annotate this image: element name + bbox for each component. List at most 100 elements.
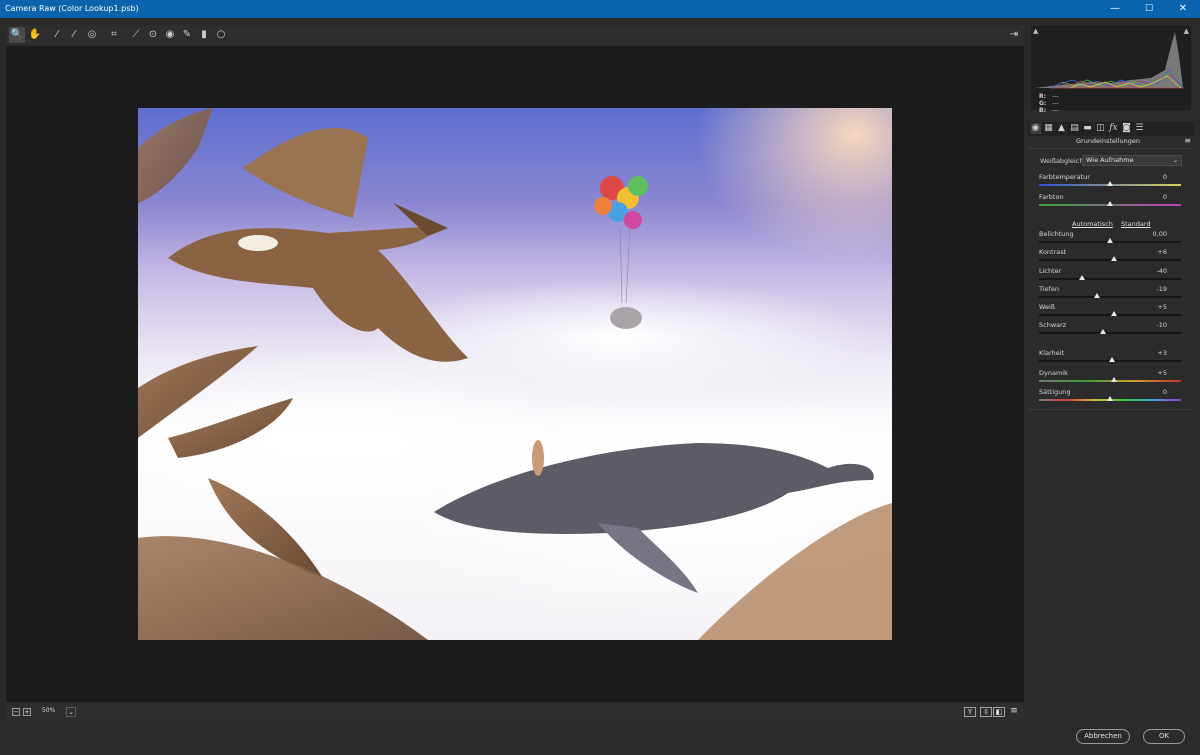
slider-thumb[interactable] <box>1109 357 1116 362</box>
g-value: --- <box>1052 100 1059 107</box>
open-preferences-icon[interactable]: ⇥ <box>1006 27 1022 43</box>
slider-thumb[interactable] <box>1078 275 1085 280</box>
radial-filter-icon[interactable]: ○ <box>213 27 229 43</box>
slider-value[interactable]: +3 <box>1149 349 1167 357</box>
preview-canvas[interactable] <box>6 46 1024 702</box>
targeted-adjustment-tool-icon[interactable]: ◎ <box>84 27 100 43</box>
divider <box>1028 409 1194 410</box>
zoom-tool-icon[interactable]: 🔍 <box>9 27 25 43</box>
slider-thumb[interactable] <box>1107 201 1113 206</box>
slider-thumb[interactable] <box>1110 377 1117 382</box>
auto-link[interactable]: Automatisch <box>1072 220 1113 228</box>
slider-thumb[interactable] <box>1111 256 1118 261</box>
slider-label: Dynamik <box>1039 369 1068 377</box>
slider-value[interactable]: -10 <box>1149 321 1167 329</box>
slider-label: Klarheit <box>1039 349 1065 357</box>
zoom-in-button[interactable]: + <box>23 708 31 716</box>
slider-thumb[interactable] <box>1093 293 1100 298</box>
slider-thumb[interactable] <box>1107 181 1113 186</box>
white-balance-value: Wie Aufnahme <box>1086 156 1134 164</box>
slider-label: Farbton <box>1039 193 1064 201</box>
eagle-illustration <box>168 128 468 362</box>
panel-menu-icon[interactable]: ≡ <box>1184 136 1191 145</box>
before-after-view-button[interactable]: Y <box>964 707 976 717</box>
cancel-button[interactable]: Abbrechen <box>1076 729 1130 744</box>
red-eye-tool-icon[interactable]: ◉ <box>162 27 178 43</box>
default-link[interactable]: Standard <box>1121 220 1151 228</box>
slider-kontrast[interactable]: Kontrast +6 <box>1028 248 1194 266</box>
maximize-button[interactable]: ☐ <box>1132 0 1166 18</box>
slider-value[interactable]: +5 <box>1149 369 1167 377</box>
graduated-filter-icon[interactable]: ▮ <box>196 27 212 43</box>
r-readout: R: --- <box>1039 93 1059 100</box>
slider-dynamik[interactable]: Dynamik +5 <box>1028 369 1194 387</box>
slider-farbton[interactable]: Farbton 0 <box>1028 193 1194 211</box>
white-balance-label: Weißabgleich: <box>1040 157 1086 165</box>
basic-tab-icon[interactable]: ◉ <box>1030 123 1041 134</box>
slider-label: Lichter <box>1039 267 1062 275</box>
slider-track[interactable] <box>1039 259 1181 261</box>
slider-tiefen[interactable]: Tiefen -19 <box>1028 285 1194 303</box>
divider <box>1028 148 1194 149</box>
slider-value[interactable]: +5 <box>1149 303 1167 311</box>
slider-saettigung[interactable]: Sättigung 0 <box>1028 388 1194 406</box>
slider-thumb[interactable] <box>1107 238 1113 243</box>
slider-thumb[interactable] <box>1107 396 1113 401</box>
slider-track[interactable] <box>1039 296 1181 298</box>
crop-tool-icon[interactable]: ⌗ <box>106 27 122 43</box>
slider-label: Sättigung <box>1039 388 1071 396</box>
presets-tab-icon[interactable]: ☰ <box>1134 123 1145 134</box>
detail-tab-icon[interactable]: ▲ <box>1056 123 1067 134</box>
hand-tool-icon[interactable]: ✋ <box>27 27 43 43</box>
camera-calibration-tab-icon[interactable]: ◙ <box>1121 123 1132 134</box>
panel-title: Grundeinstellungen <box>1075 137 1141 145</box>
slider-label: Weiß <box>1039 303 1055 311</box>
effects-tab-icon[interactable]: fx <box>1108 123 1119 134</box>
slider-value[interactable]: +6 <box>1149 248 1167 256</box>
white-balance-select[interactable]: Wie Aufnahme ⌄ <box>1082 155 1182 166</box>
slider-track[interactable] <box>1039 278 1181 280</box>
straighten-tool-icon[interactable]: ⟋ <box>128 27 144 43</box>
swap-view-button[interactable]: ⇳ <box>980 707 992 717</box>
slider-weiss[interactable]: Weiß +5 <box>1028 303 1194 321</box>
slider-klarheit[interactable]: Klarheit +3 <box>1028 349 1194 367</box>
split-toning-tab-icon[interactable]: ▬ <box>1082 123 1093 134</box>
zoom-out-button[interactable]: − <box>12 708 20 716</box>
slider-label: Schwarz <box>1039 321 1067 329</box>
chevron-down-icon: ⌄ <box>1172 157 1178 164</box>
zoom-level: 50% <box>42 707 56 714</box>
r-value: --- <box>1052 93 1059 100</box>
slider-value[interactable]: 0 <box>1149 193 1167 201</box>
minimize-button[interactable]: — <box>1098 0 1132 18</box>
slider-value[interactable]: 0,00 <box>1149 230 1167 238</box>
color-sampler-tool-icon[interactable]: ⁄ <box>66 27 82 43</box>
slider-value[interactable]: 0 <box>1149 173 1167 181</box>
ok-button[interactable]: OK <box>1143 729 1185 744</box>
white-balance-tool-icon[interactable]: ⁄ <box>49 27 65 43</box>
slider-label: Kontrast <box>1039 248 1067 256</box>
slider-schwarz[interactable]: Schwarz -10 <box>1028 321 1194 339</box>
slider-value[interactable]: -40 <box>1149 267 1167 275</box>
tone-curve-tab-icon[interactable]: ▦ <box>1043 123 1054 134</box>
close-button[interactable]: ✕ <box>1166 0 1200 18</box>
b-label: B: <box>1039 107 1046 114</box>
slider-track[interactable] <box>1039 332 1181 334</box>
preview-settings-icon[interactable]: ≡ <box>1008 707 1020 717</box>
spot-removal-tool-icon[interactable]: ⊙ <box>145 27 161 43</box>
g-label: G: <box>1039 100 1047 107</box>
b-value: --- <box>1051 107 1059 114</box>
slider-thumb[interactable] <box>1099 329 1106 334</box>
slider-label: Tiefen <box>1039 285 1059 293</box>
slider-value[interactable]: -19 <box>1149 285 1167 293</box>
slider-value[interactable]: 0 <box>1149 388 1167 396</box>
slider-farbtemperatur[interactable]: Farbtemperatur 0 <box>1028 173 1194 191</box>
slider-lichter[interactable]: Lichter -40 <box>1028 267 1194 285</box>
zoom-dropdown[interactable]: ⌄ <box>66 707 76 717</box>
copy-settings-button[interactable]: ◧ <box>993 707 1005 717</box>
lens-tab-icon[interactable]: ◫ <box>1095 123 1106 134</box>
hsl-tab-icon[interactable]: ▤ <box>1069 123 1080 134</box>
slider-thumb[interactable] <box>1110 311 1117 316</box>
slider-belichtung[interactable]: Belichtung 0,00 <box>1028 230 1194 248</box>
adjustment-brush-icon[interactable]: ✎ <box>179 27 195 43</box>
window-title: Camera Raw (Color Lookup1.psb) <box>5 4 139 13</box>
